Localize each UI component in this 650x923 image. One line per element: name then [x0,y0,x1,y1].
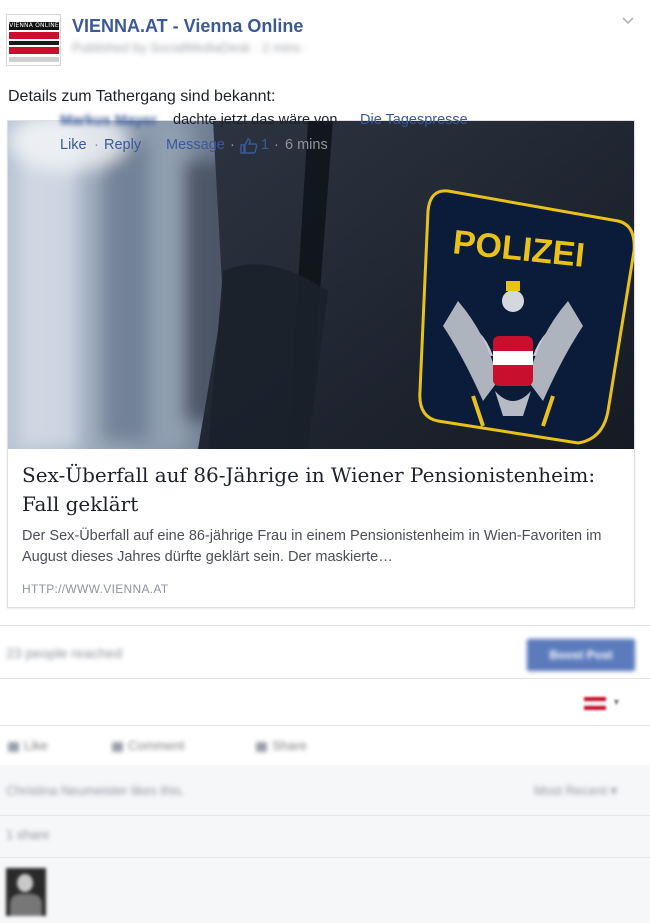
facebook-post: VIENNA ONLINE VIENNA.AT - Vienna Online … [0,0,650,923]
avatar-subtitle-bar [9,57,59,62]
post-text: Details zum Tathergang sind bekannt: [8,88,276,105]
austria-flag-icon[interactable] [584,697,606,710]
comment-text: dachte jetzt das wäre von [173,112,338,128]
comments-section: Christina Neumeister likes this. Most Re… [0,765,650,923]
like-action[interactable]: Like [8,738,48,753]
divider [0,725,650,726]
separator-dot: · [94,137,99,153]
link-domain: HTTP://WWW.VIENNA.AT [22,582,169,596]
comment-like-count[interactable]: 1 [261,137,269,153]
avatar-label: VIENNA ONLINE [9,22,59,30]
comment-like-link[interactable]: Like [60,137,87,153]
like-label: Like [24,738,48,753]
thumbs-up-icon [8,741,19,752]
thumbs-up-icon[interactable] [240,138,258,154]
avatar-flag-graphic [9,32,59,54]
caret-down-icon[interactable]: ▼ [612,697,621,707]
page-avatar[interactable]: VIENNA ONLINE [6,14,61,66]
comment-mention-link[interactable]: Die Tagespresse [360,112,468,128]
separator-dot: · [274,137,279,153]
link-preview-card[interactable]: POLIZEI Sex-Überfall auf 86-Jährige in W… [7,120,635,608]
reach-count[interactable]: 23 people reached [6,645,122,661]
comment-item [0,857,650,923]
share-label: Share [272,738,307,753]
likes-summary[interactable]: Christina Neumeister likes this. [6,783,184,798]
link-description: Der Sex-Überfall auf eine 86-jährige Fra… [22,528,602,565]
comment-action[interactable]: Comment [112,738,184,753]
boost-post-button[interactable]: Boost Post [527,639,635,671]
page-name-link[interactable]: VIENNA.AT - Vienna Online [72,16,303,37]
separator-dot: · [156,137,161,153]
post-actions: Like Comment Share [0,728,650,764]
chevron-down-icon[interactable] [620,14,636,28]
comment-sort-dropdown[interactable]: Most Recent ▾ [534,783,617,799]
comment-timestamp[interactable]: 6 mins [285,137,328,153]
link-preview-image[interactable]: POLIZEI [8,121,634,449]
commenter-avatar[interactable] [6,868,46,916]
post-meta: Published by SocialMediaDesk · 2 mins · [72,40,309,55]
divider [0,815,650,816]
divider [0,678,650,679]
share-count[interactable]: 1 share [6,827,49,842]
comment-message-link[interactable]: Message [166,137,225,153]
comment-author[interactable]: Markus Mayer [60,113,157,129]
comment-label: Comment [128,738,185,753]
share-icon [256,741,267,752]
divider [0,625,650,626]
share-action[interactable]: Share [256,738,307,753]
comment-icon [112,741,123,752]
separator-dot: · [230,137,235,153]
link-title[interactable]: Sex-Überfall auf 86-Jährige in Wiener Pe… [22,461,622,519]
comment-reply-link[interactable]: Reply [104,137,141,153]
